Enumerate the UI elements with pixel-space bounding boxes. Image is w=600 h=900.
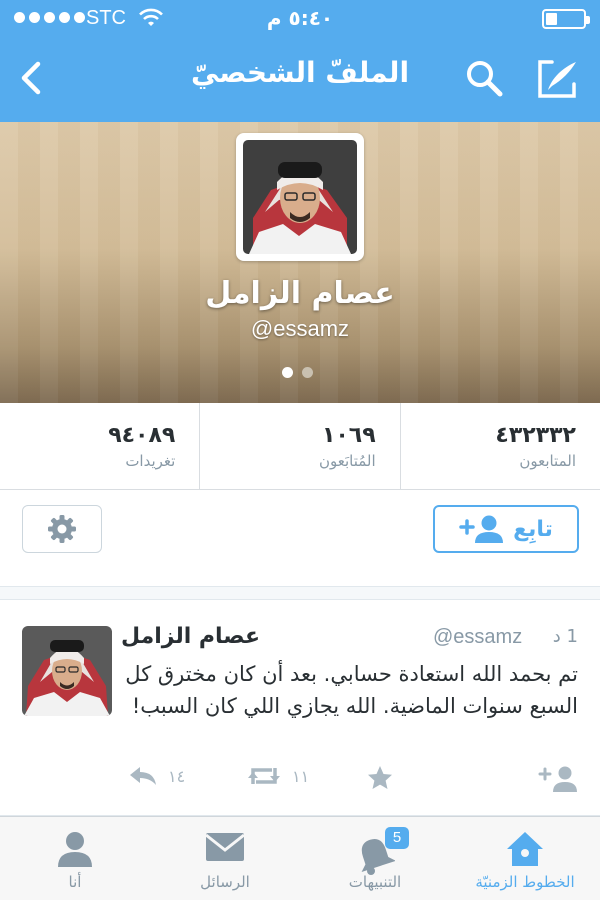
star-icon [368,766,392,789]
status-clock: ٥:٤٠ م [266,6,334,30]
tab-notifications[interactable]: 5 التنبيهات [300,817,450,900]
add-user-icon [538,766,577,792]
section-divider [0,586,600,600]
banner-page-indicator[interactable] [282,367,313,378]
profile-avatar[interactable] [236,133,364,261]
envelope-icon [205,833,245,861]
search-icon[interactable] [464,58,504,98]
retweet-count: ١١ [292,766,310,786]
stat-label: المتابعون [519,452,576,470]
tab-timelines[interactable]: الخطوط الزمنيّة [450,817,600,900]
tweet-author-name[interactable]: عصام الزامل [121,624,260,649]
notification-badge: 5 [385,827,409,849]
profile-stats: ٤٣٢٣٣٢ المتابعون ١٠٦٩ المُتابَعون ٩٤٠٨٩ … [0,403,600,490]
stat-label: تغريدات [125,452,176,470]
tweet-text: تم بحمد الله استعادة حسابي. بعد أن كان م… [125,662,578,718]
follow-author-button[interactable] [538,764,578,794]
reply-count: ١٤ [168,766,186,786]
stat-value: ١٠٦٩ [321,423,376,448]
profile-screen: STC ٥:٤٠ م الملفّ الشخصيّ عصام الزامل @e… [0,0,600,900]
settings-button[interactable] [22,505,102,553]
follow-button-label: تابِع [513,516,553,542]
tab-label: أنا [68,873,82,891]
page-dot [302,367,313,378]
avatar-image [243,140,357,254]
profile-handle: @essamz [250,316,350,341]
page-dot-active [282,367,293,378]
profile-actions: تابِع [0,490,600,586]
battery-icon [542,9,590,29]
tab-me[interactable]: أنا [0,817,150,900]
tweet-timestamp: 1 د [552,626,578,647]
gear-icon [48,515,76,543]
home-icon [507,832,543,866]
tab-label: الخطوط الزمنيّة [475,873,575,891]
favorite-button[interactable] [366,764,394,792]
tweet-card[interactable]: عصام الزامل @essamz 1 د تم بحمد الله است… [0,600,600,816]
status-bar: STC ٥:٤٠ م [0,0,600,38]
tab-label: الرسائل [200,873,250,891]
page-title: الملفّ الشخصيّ [190,56,410,89]
stat-label: المُتابَعون [318,452,376,470]
stat-followers[interactable]: ٤٣٢٣٣٢ المتابعون [399,403,600,489]
tweet-author-avatar[interactable] [22,626,112,716]
stat-value: ٩٤٠٨٩ [108,423,176,448]
stat-value: ٤٣٢٣٣٢ [495,423,576,448]
tab-label: التنبيهات [348,873,402,891]
follow-button[interactable]: تابِع [433,505,579,553]
tab-bar: أنا الرسائل 5 التنبيهات الخطوط الزمنيّة [0,816,600,900]
stat-following[interactable]: ١٠٦٩ المُتابَعون [199,403,399,489]
tab-messages[interactable]: الرسائل [150,817,300,900]
compose-icon[interactable] [534,56,580,102]
person-icon [58,832,92,867]
tweet-author-handle: @essamz [433,626,523,648]
reply-button[interactable]: ١٤ [128,764,185,788]
add-user-icon [459,515,504,543]
profile-display-name: عصام الزامل [205,276,395,311]
reply-icon [130,767,156,785]
top-bar: STC ٥:٤٠ م الملفّ الشخصيّ [0,0,600,122]
stat-tweets[interactable]: ٩٤٠٨٩ تغريدات [0,403,199,489]
tweet-actions: ١٤ ١١ [0,760,600,800]
retweet-button[interactable]: ١١ [246,764,309,788]
retweet-icon [248,768,280,784]
